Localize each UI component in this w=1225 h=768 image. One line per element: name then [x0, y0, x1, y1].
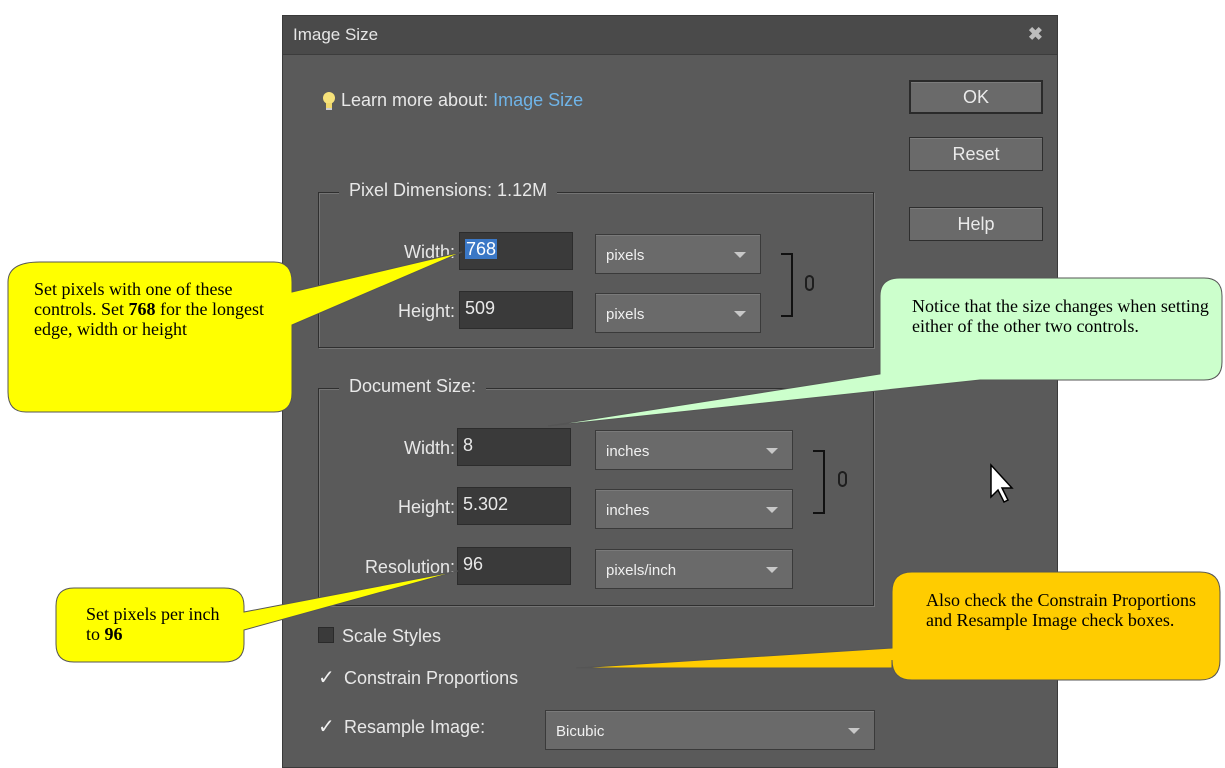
resample-image-checkbox[interactable]: ✓ Resample Image: — [318, 714, 485, 739]
callout-ppi-bold: 96 — [104, 624, 123, 644]
constrain-proportions-label: Constrain Proportions — [344, 668, 519, 688]
checkmark-icon: ✓ — [318, 716, 335, 738]
chevron-down-icon — [766, 507, 778, 513]
ok-button[interactable]: OK — [909, 80, 1043, 114]
pixel-height-label: Height: — [397, 301, 455, 321]
callout-ppi: Set pixels per inch to 96 — [86, 604, 236, 644]
resolution-unit: pixels/inch — [606, 562, 677, 579]
resolution-unit-select[interactable]: pixels/inch — [595, 549, 793, 589]
pixel-width-value: 768 — [465, 239, 498, 259]
pixel-width-label: Width: — [403, 242, 455, 262]
doc-constrain-bracket — [813, 450, 825, 514]
chevron-down-icon — [734, 311, 746, 317]
document-size-legend: Document Size: — [339, 376, 487, 397]
pixel-height-value: 509 — [465, 298, 496, 318]
pixel-width-unit-select[interactable]: pixels — [595, 234, 761, 274]
help-button[interactable]: Help — [909, 207, 1043, 241]
reset-button[interactable]: Reset — [909, 137, 1043, 171]
doc-width-unit-select[interactable]: inches — [595, 430, 793, 470]
resolution-value: 96 — [463, 554, 484, 574]
close-icon[interactable]: ✖ — [1028, 24, 1043, 45]
learn-more: Learn more about: Image Size — [341, 90, 583, 111]
resample-method: Bicubic — [556, 723, 605, 740]
doc-height-value: 5.302 — [463, 494, 509, 514]
doc-height-unit: inches — [606, 502, 650, 519]
callout-check: Also check the Constrain Proportions and… — [926, 590, 1196, 630]
chevron-down-icon — [848, 728, 860, 734]
pixel-width-field[interactable]: 768 — [459, 232, 573, 270]
title-bar[interactable]: Image Size ✖ — [283, 16, 1057, 55]
dialog-title: Image Size — [293, 25, 379, 44]
doc-width-unit: inches — [606, 443, 650, 460]
chevron-down-icon — [734, 252, 746, 258]
doc-height-label: Height: — [397, 497, 455, 517]
scale-styles-checkbox[interactable]: Scale Styles — [318, 626, 441, 647]
doc-height-field[interactable]: 5.302 — [457, 487, 571, 525]
constrain-proportions-checkbox[interactable]: ✓ Constrain Proportions — [318, 665, 518, 690]
chevron-down-icon — [766, 567, 778, 573]
image-size-dialog: Image Size ✖ Learn more about: Image Siz… — [282, 15, 1058, 768]
lightbulb-icon — [323, 92, 335, 110]
doc-height-unit-select[interactable]: inches — [595, 489, 793, 529]
callout-pixels-bold: 768 — [128, 299, 156, 319]
pixel-width-unit: pixels — [606, 247, 645, 264]
help-button-label: Help — [957, 214, 995, 234]
checkbox-unchecked-icon — [318, 627, 334, 643]
constrain-bracket — [781, 253, 793, 317]
learn-more-prefix: Learn more about: — [341, 90, 489, 110]
learn-more-link[interactable]: Image Size — [493, 90, 583, 110]
checkmark-icon: ✓ — [318, 667, 335, 689]
pixel-height-field[interactable]: 509 — [459, 291, 573, 329]
resolution-label: Resolution: — [364, 557, 455, 577]
pixel-height-unit-select[interactable]: pixels — [595, 293, 761, 333]
resolution-field[interactable]: 96 — [457, 547, 571, 585]
resample-method-select[interactable]: Bicubic — [545, 710, 875, 750]
chain-link-icon — [805, 275, 814, 291]
chevron-down-icon — [766, 448, 778, 454]
doc-width-field[interactable]: 8 — [457, 428, 571, 466]
callout-pixels: Set pixels with one of these controls. S… — [34, 279, 284, 339]
callout-notice: Notice that the size changes when settin… — [912, 296, 1209, 336]
scale-styles-label: Scale Styles — [342, 626, 442, 646]
doc-width-label: Width: — [403, 438, 455, 458]
pixel-height-unit: pixels — [606, 306, 645, 323]
pixel-dimensions-legend: Pixel Dimensions: 1.12M — [339, 180, 558, 201]
doc-width-value: 8 — [463, 435, 474, 455]
chain-link-icon — [838, 471, 847, 487]
resample-image-label: Resample Image: — [344, 717, 486, 737]
